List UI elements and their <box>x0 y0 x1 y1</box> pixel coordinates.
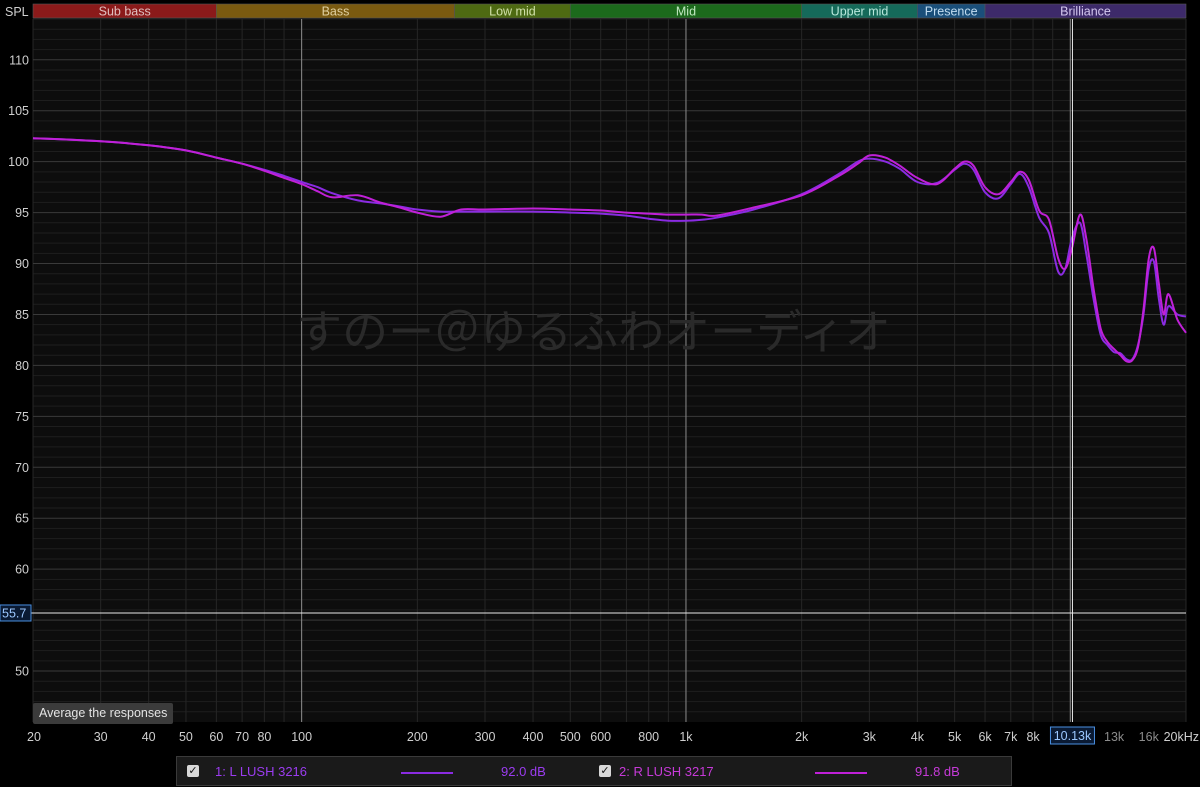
x-tick-label: 400 <box>523 730 544 744</box>
watermark-text: すのー＠ゆるふわオーディオ <box>296 305 891 359</box>
y-tick-label: 90 <box>15 257 29 271</box>
y-tick-label: 110 <box>9 53 29 67</box>
band-label: Low mid <box>489 5 536 19</box>
x-tick-label: 800 <box>638 730 659 744</box>
band-label: Upper mid <box>831 5 889 19</box>
left-series-swatch <box>401 772 453 774</box>
cursor-x-readout: 10.13k <box>1054 729 1092 743</box>
x-tick-label: 30 <box>94 730 108 744</box>
x-tick-label: 2k <box>795 730 809 744</box>
x-tick-label: 600 <box>590 730 611 744</box>
cursor-y-readout: 55.7 <box>2 606 26 620</box>
band-label: Presence <box>925 5 978 19</box>
band-label: Brilliance <box>1060 5 1111 19</box>
x-tick-label: 200 <box>407 730 428 744</box>
band-label: Bass <box>322 5 350 19</box>
y-tick-label: 60 <box>15 563 29 577</box>
left-series-name: 1: L LUSH 3216 <box>215 764 308 779</box>
y-axis-label: SPL <box>5 5 29 19</box>
y-tick-label: 70 <box>15 461 29 475</box>
x-tick-label: 13k <box>1104 730 1125 744</box>
y-tick-label: 85 <box>15 308 29 322</box>
y-tick-label: 50 <box>15 665 29 679</box>
x-tick-label: 20kHz <box>1164 730 1199 744</box>
right-series-level: 91.8 dB <box>915 764 960 779</box>
right-series-name: 2: R LUSH 3217 <box>619 764 714 779</box>
x-tick-label: 60 <box>209 730 223 744</box>
band-label: Mid <box>676 5 696 19</box>
y-tick-label: 95 <box>15 206 29 220</box>
legend-panel: ✓ 1: L LUSH 3216 92.0 dB ✓ 2: R LUSH 321… <box>176 756 1012 786</box>
x-tick-label: 5k <box>948 730 962 744</box>
x-tick-label: 6k <box>978 730 992 744</box>
y-tick-label: 65 <box>15 512 29 526</box>
right-visibility-checkbox[interactable]: ✓ <box>599 765 611 777</box>
y-tick-label: 105 <box>8 104 29 118</box>
x-tick-label: 100 <box>291 730 312 744</box>
legend-item-right[interactable]: ✓ 2: R LUSH 3217 91.8 dB <box>599 757 999 785</box>
plot-area <box>33 19 1186 722</box>
x-tick-label: 16k <box>1139 730 1160 744</box>
left-series-level: 92.0 dB <box>501 764 546 779</box>
y-tick-label: 100 <box>8 155 29 169</box>
legend-item-left[interactable]: ✓ 1: L LUSH 3216 92.0 dB <box>187 757 587 785</box>
x-tick-label: 80 <box>257 730 271 744</box>
y-tick-label: 80 <box>15 359 29 373</box>
right-series-swatch <box>815 772 867 774</box>
y-tick-label: 75 <box>15 410 29 424</box>
average-responses-button[interactable]: Average the responses <box>33 703 174 724</box>
x-tick-label: 70 <box>235 730 249 744</box>
frequency-response-chart: Sub bass Bass Low mid Mid Upper mid Presence B… <box>0 3 1199 745</box>
x-tick-label: 7k <box>1004 730 1018 744</box>
x-tick-label: 20 <box>27 730 41 744</box>
x-tick-label: 300 <box>475 730 496 744</box>
left-visibility-checkbox[interactable]: ✓ <box>187 765 199 777</box>
x-tick-label: 40 <box>142 730 156 744</box>
x-tick-label: 3k <box>863 730 877 744</box>
x-tick-label: 50 <box>179 730 193 744</box>
x-tick-label: 500 <box>560 730 581 744</box>
x-tick-label: 1k <box>679 730 693 744</box>
x-tick-label: 4k <box>911 730 925 744</box>
x-tick-label: 8k <box>1026 730 1040 744</box>
band-label: Sub bass <box>99 5 151 19</box>
